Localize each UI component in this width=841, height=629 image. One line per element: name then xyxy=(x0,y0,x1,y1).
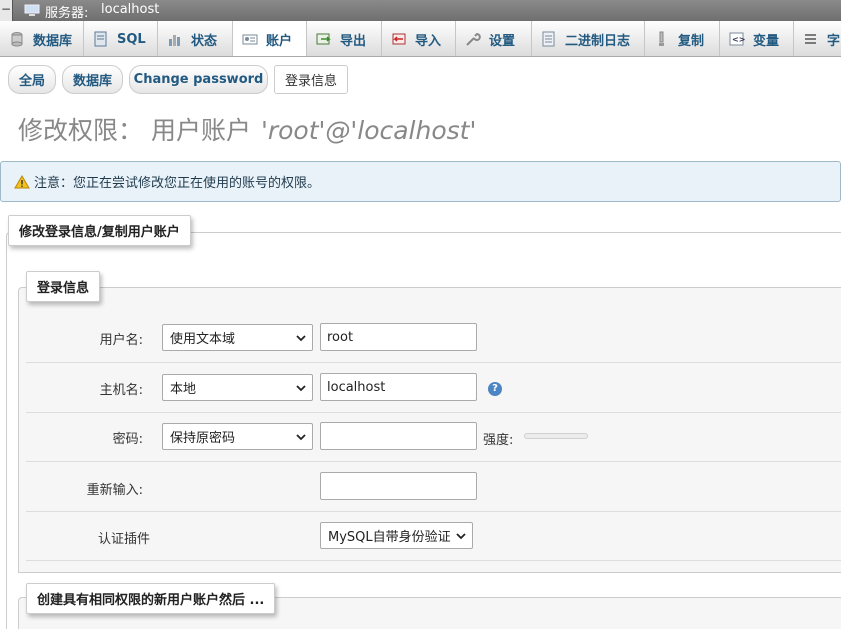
page-title-account: 'root'@'localhost' xyxy=(260,116,477,145)
chevron-down-icon xyxy=(296,385,306,392)
retype-password-input[interactable] xyxy=(320,472,477,500)
database-icon xyxy=(11,32,23,47)
export-icon xyxy=(316,33,331,45)
server-icon xyxy=(24,4,40,16)
row-separator xyxy=(26,461,841,462)
help-icon[interactable]: ? xyxy=(488,382,502,396)
subtab-login-info[interactable]: 登录信息 xyxy=(274,65,348,94)
tab-label: 复制 xyxy=(678,33,705,49)
tab-label: 变量 xyxy=(753,33,780,49)
username-mode-select[interactable]: 使用文本域 xyxy=(162,324,313,351)
auth-plugin-select[interactable]: MySQL自带身份验证 xyxy=(320,522,473,549)
username-input[interactable]: root xyxy=(320,323,477,351)
binary-log-icon xyxy=(542,31,555,47)
tab-label: 账户 xyxy=(266,33,293,49)
password-strength-meter xyxy=(524,433,588,439)
replication-icon xyxy=(659,31,664,46)
tab-label: 导入 xyxy=(415,33,442,49)
tab-sql[interactable]: SQL xyxy=(84,21,158,56)
row-separator xyxy=(26,560,841,561)
password-input[interactable] xyxy=(320,422,477,450)
chevron-down-icon xyxy=(296,335,306,342)
tab-databases[interactable]: 数据库 xyxy=(0,21,84,56)
notice-text: 注意：您正在尝试修改您正在使用的账号的权限。 xyxy=(34,176,321,191)
login-info-legend: 登录信息 xyxy=(26,271,101,302)
tab-label: 数据库 xyxy=(33,33,73,49)
auth-plugin-label: 认证插件 xyxy=(97,532,150,547)
warning-icon xyxy=(14,174,30,188)
password-mode-value: 保持原密码 xyxy=(170,431,236,446)
row-separator xyxy=(26,511,841,512)
collapse-navigation-button[interactable]: − xyxy=(0,0,13,21)
tab-replication[interactable]: 复制 xyxy=(645,21,720,56)
page: − 服务器: localhost 数据库 SQL 状态 账户 导出 导入 设置 … xyxy=(0,0,841,629)
charset-icon xyxy=(805,34,816,44)
subtab-change-password[interactable]: Change password xyxy=(129,65,268,94)
subtab-global[interactable]: 全局 xyxy=(8,65,56,94)
create-new-user-legend: 创建具有相同权限的新用户账户然后 ... xyxy=(26,583,276,614)
tab-label: 二进制日志 xyxy=(565,33,631,49)
page-title: 修改权限： 用户账户 'root'@'localhost' xyxy=(18,111,476,147)
row-separator xyxy=(26,362,841,363)
tab-import[interactable]: 导入 xyxy=(382,21,456,56)
tab-label: 导出 xyxy=(340,33,367,49)
notice-message: 注意：您正在尝试修改您正在使用的账号的权限。 xyxy=(0,161,841,202)
tab-label: 设置 xyxy=(489,33,516,49)
server-name-link[interactable]: localhost xyxy=(101,2,159,17)
tab-charsets[interactable]: 字 xyxy=(794,21,841,56)
hostname-mode-value: 本地 xyxy=(170,382,197,397)
hostname-input[interactable]: localhost xyxy=(320,373,477,401)
main-menu: 数据库 SQL 状态 账户 导出 导入 设置 二进制日志 复制 <> 变量 字 xyxy=(0,21,841,57)
server-breadcrumb-bar: − 服务器: localhost xyxy=(0,0,841,21)
accounts-icon xyxy=(242,34,258,45)
tab-label: 状态 xyxy=(191,33,218,49)
page-title-prefix: 修改权限： 用户账户 xyxy=(18,116,251,145)
variables-icon: <> xyxy=(729,32,745,46)
tab-export[interactable]: 导出 xyxy=(307,21,382,56)
tab-accounts[interactable]: 账户 xyxy=(233,21,307,56)
import-icon xyxy=(392,33,406,45)
auth-plugin-value: MySQL自带身份验证 xyxy=(328,530,451,545)
retype-password-label: 重新输入: xyxy=(86,483,143,498)
hostname-label: 主机名: xyxy=(99,383,143,398)
tab-settings[interactable]: 设置 xyxy=(456,21,532,56)
status-icon xyxy=(169,35,180,46)
subtab-database[interactable]: 数据库 xyxy=(62,65,123,94)
chevron-down-icon xyxy=(296,434,306,441)
tab-binary-log[interactable]: 二进制日志 xyxy=(532,21,645,56)
password-label: 密码: xyxy=(112,432,143,447)
password-strength-label: 强度: xyxy=(483,433,514,448)
username-mode-value: 使用文本域 xyxy=(170,332,236,347)
sql-icon xyxy=(94,31,107,47)
settings-wrench-icon xyxy=(466,32,481,46)
tab-variables[interactable]: <> 变量 xyxy=(720,21,794,56)
row-separator xyxy=(26,412,841,413)
hostname-mode-select[interactable]: 本地 xyxy=(162,374,313,401)
tab-status[interactable]: 状态 xyxy=(158,21,233,56)
svg-text:<>: <> xyxy=(732,35,745,44)
tab-label: 字 xyxy=(827,33,841,49)
password-mode-select[interactable]: 保持原密码 xyxy=(162,423,313,450)
change-login-legend: 修改登录信息/复制用户账户 xyxy=(8,215,191,246)
chevron-down-icon xyxy=(456,533,466,540)
tab-label: SQL xyxy=(117,31,146,47)
server-label: 服务器: xyxy=(45,6,89,21)
username-label: 用户名: xyxy=(99,333,143,348)
